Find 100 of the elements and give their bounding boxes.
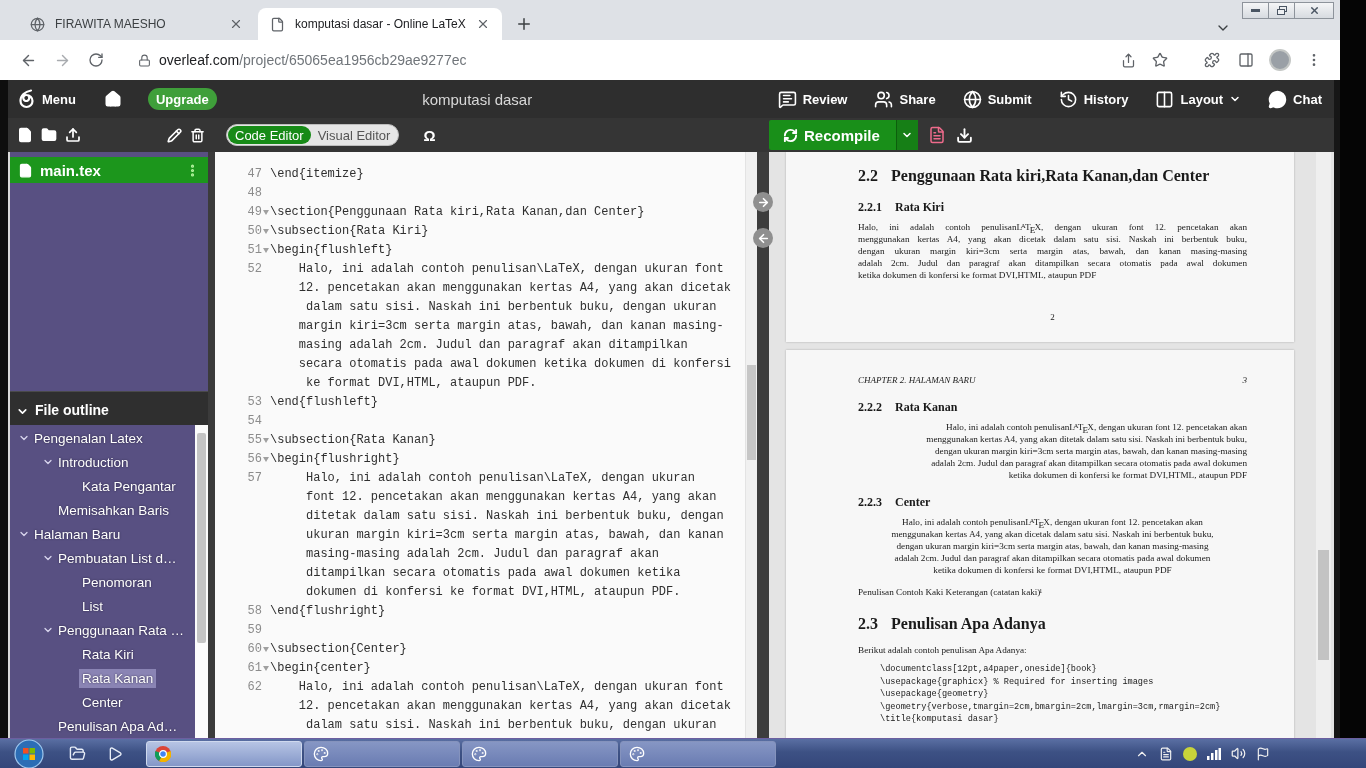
speaker-icon[interactable] xyxy=(1231,746,1246,761)
page-number: 3 xyxy=(1242,374,1247,386)
document-icon[interactable] xyxy=(1159,746,1173,761)
puzzle-icon xyxy=(1204,52,1220,68)
fold-caret-icon[interactable] xyxy=(263,438,269,443)
symbol-palette-button[interactable]: Ω xyxy=(423,126,436,144)
folder-icon xyxy=(41,127,57,143)
minimize-icon xyxy=(1251,9,1260,12)
upload-icon xyxy=(65,127,81,143)
scrollbar-thumb[interactable] xyxy=(1318,550,1329,660)
browser-tab[interactable]: komputasi dasar - Online LaTeX xyxy=(258,8,502,40)
code-line: Halo, ini adalah contoh penulisan\LaTeX, dengan ukuran font 12. pencetakan akan menggunakan kertas A4, yang akan ditetak dalam satu sisi. Naskah ini berbentuk buku, dengan ukuran margin kiri=3cm serta margin atas, bawah, dan kanan masing-masing adalah 2cm. Judul dan paragraf akan ditampilkan secara otomatis pada awal dokumen ketika dokumen di konfersi ke format DVI,HTML, ataupun PDF. xyxy=(305,470,724,601)
outline-item[interactable]: Center xyxy=(79,692,126,712)
logs-button[interactable] xyxy=(927,126,946,144)
palette-icon xyxy=(471,745,487,762)
outline-item[interactable]: Penomoran xyxy=(79,572,155,592)
palette-icon xyxy=(313,745,329,762)
taskbar-window-button[interactable] xyxy=(462,740,618,767)
people-icon xyxy=(874,89,894,109)
file-icon xyxy=(17,127,33,143)
home-button[interactable] xyxy=(103,90,122,108)
line-number: 52 xyxy=(246,261,262,278)
section-number: 2.2 xyxy=(858,166,878,186)
line-number: 50 xyxy=(246,223,262,240)
toolbar-button[interactable]: Chat xyxy=(1268,89,1322,109)
outline-item[interactable]: Rata Kiri xyxy=(79,644,137,664)
scrollbar-thumb[interactable] xyxy=(197,433,206,643)
code-line: \end{flushleft} xyxy=(270,394,379,411)
signal-bars-icon xyxy=(1207,747,1221,760)
star-icon[interactable] xyxy=(1152,52,1168,68)
arrow-right-icon xyxy=(756,195,770,209)
recompile-button[interactable]: Recompile xyxy=(769,120,896,150)
taskbar-window-button[interactable] xyxy=(304,740,460,767)
scrollbar-track[interactable] xyxy=(1316,152,1331,738)
browser-tab[interactable]: FIRAWITA MAESHO xyxy=(18,8,255,40)
share-page-icon[interactable] xyxy=(1121,52,1136,68)
outline-item[interactable]: Kata Pengantar xyxy=(79,476,179,496)
upload-button[interactable] xyxy=(65,127,81,143)
flag-icon[interactable] xyxy=(1256,746,1270,761)
delete-button[interactable] xyxy=(190,127,205,143)
layout-icon xyxy=(1155,89,1175,109)
fold-caret-icon[interactable] xyxy=(263,248,269,253)
fold-caret-icon[interactable] xyxy=(263,210,269,215)
line-number: 54 xyxy=(246,413,262,430)
taskbar-window-button[interactable] xyxy=(620,740,776,767)
start-orb-icon xyxy=(14,738,44,768)
fold-caret-icon[interactable] xyxy=(263,229,269,234)
outline-item[interactable]: Pengenalan Latex xyxy=(31,428,146,448)
line-number: 60 xyxy=(246,641,262,658)
menu-button[interactable]: Menu xyxy=(18,89,76,109)
fold-caret-icon[interactable] xyxy=(263,457,269,462)
subsection-number: 2.2.1 xyxy=(858,200,882,214)
comment-icon xyxy=(777,89,797,109)
close-window-button[interactable] xyxy=(1294,2,1334,19)
outline-item[interactable]: Pembuatan List d… xyxy=(55,548,180,568)
code-line: \subsection{Rata Kanan} xyxy=(270,432,436,449)
code-line: \section{Penggunaan Rata kiri,Rata Kanan,dan Center} xyxy=(270,204,645,221)
play-icon xyxy=(107,745,123,762)
rename-button[interactable] xyxy=(167,127,182,143)
outline-item[interactable]: Halaman Baru xyxy=(31,524,124,544)
line-number: 57 xyxy=(246,470,262,487)
lock-icon xyxy=(138,53,151,67)
scrollbar-track[interactable] xyxy=(745,152,757,738)
scrollbar-track[interactable] xyxy=(195,425,208,738)
code-line: \subsection{Center} xyxy=(270,641,407,658)
verbatim-code: \documentclass[12pt,a4paper,oneside]{book} \usepackage{graphicx} % Required for inserting images \usepackage{geometry} \geometry{verbose,tmargin=2cm,bmargin=2cm,lmargin=3cm,rmargin=2cm} \title{komputasi dasar} xyxy=(879,663,1222,726)
close-icon[interactable] xyxy=(229,17,243,31)
swirl-logo-icon xyxy=(18,89,36,109)
new-file-button[interactable] xyxy=(17,127,33,143)
recompile-options-button[interactable] xyxy=(895,120,918,150)
outline-item[interactable]: Penulisan Apa Ad… xyxy=(55,716,181,736)
code-line: \end{flushright} xyxy=(270,603,386,620)
outline-item[interactable]: Memisahkan Baris xyxy=(55,500,173,520)
fold-caret-icon[interactable] xyxy=(263,647,269,652)
file-tree-item[interactable]: main.tex xyxy=(10,157,208,183)
close-icon xyxy=(1308,5,1320,16)
outline-item[interactable]: Penggunaan Rata … xyxy=(55,620,188,640)
globe-icon xyxy=(30,16,45,32)
outline-item[interactable]: List xyxy=(79,596,106,616)
section-heading: Penggunaan Rata kiri,Rata Kanan,dan Center xyxy=(891,166,1210,186)
avatar-icon xyxy=(1269,49,1291,71)
scrollbar-thumb[interactable] xyxy=(747,365,756,460)
toolbar-button[interactable]: Share xyxy=(874,89,936,109)
line-number: 59 xyxy=(246,622,262,639)
download-button[interactable] xyxy=(955,126,973,144)
history-icon xyxy=(1058,89,1078,109)
toolbar-button[interactable]: Review xyxy=(777,89,848,109)
restore-button[interactable] xyxy=(1268,2,1295,19)
code-line: \begin{flushleft} xyxy=(270,242,393,259)
toolbar-button[interactable]: Submit xyxy=(962,89,1032,109)
editor-mode-tab[interactable]: Visual Editor xyxy=(310,126,398,144)
outline-item[interactable]: Introduction xyxy=(55,452,132,472)
project-title[interactable]: komputasi dasar xyxy=(216,90,778,108)
start-button[interactable] xyxy=(12,738,46,768)
minimize-button[interactable] xyxy=(1242,2,1269,19)
toolbar-button[interactable]: History xyxy=(1058,89,1129,109)
new-folder-button[interactable] xyxy=(41,127,57,143)
fold-caret-icon[interactable] xyxy=(263,666,269,671)
editor-mode-tab[interactable]: Code Editor xyxy=(228,126,311,144)
toolbar-button[interactable]: Layout xyxy=(1155,89,1242,109)
